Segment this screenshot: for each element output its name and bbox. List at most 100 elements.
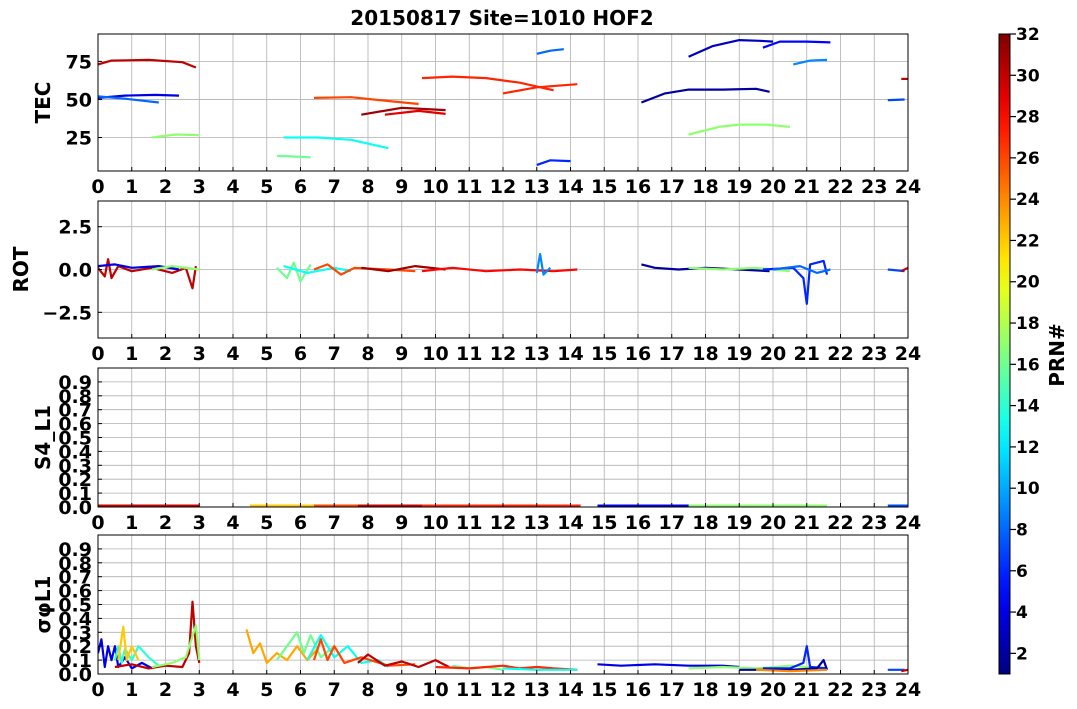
x-tick-label: 14 bbox=[557, 176, 583, 198]
x-tick-label: 21 bbox=[794, 512, 820, 534]
x-tick-label: 2 bbox=[159, 679, 172, 701]
figure-title: 20150817 Site=1010 HOF2 bbox=[350, 6, 653, 30]
colorbar-tick-label: 8 bbox=[1016, 520, 1028, 540]
x-tick-label: 17 bbox=[659, 679, 685, 701]
colorbar-tick-label: 24 bbox=[1016, 190, 1040, 210]
x-tick-label: 2 bbox=[159, 512, 172, 534]
x-tick-label: 14 bbox=[557, 343, 583, 365]
x-tick-label: 11 bbox=[456, 343, 482, 365]
x-tick-label: 14 bbox=[557, 512, 583, 534]
x-tick-label: 15 bbox=[591, 512, 617, 534]
x-tick-label: 0 bbox=[91, 512, 104, 534]
x-tick-label: 8 bbox=[361, 343, 374, 365]
colorbar-tick-label: 26 bbox=[1016, 149, 1040, 169]
panel-s4-l1: 0 1 2 3 4 5 6 7 8 9 10 11 12 13 14 15 16 17 18 19 20 21 22 23 24… bbox=[31, 367, 921, 534]
y-axis-label: ROT bbox=[9, 246, 33, 292]
x-tick-label: 1 bbox=[125, 512, 138, 534]
x-tick-label: 9 bbox=[395, 343, 408, 365]
x-tick-label: 16 bbox=[625, 512, 651, 534]
x-tick-label: 22 bbox=[827, 679, 853, 701]
colorbar-tick-label: 6 bbox=[1016, 562, 1028, 582]
colorbar-tick-label: 20 bbox=[1016, 273, 1040, 293]
x-tick-label: 13 bbox=[524, 679, 550, 701]
x-tick-label: 2 bbox=[159, 176, 172, 198]
x-tick-label: 10 bbox=[422, 512, 448, 534]
x-tick-label: 21 bbox=[794, 343, 820, 365]
x-tick-label: 23 bbox=[861, 343, 887, 365]
x-tick-label: 22 bbox=[827, 343, 853, 365]
x-tick-label: 3 bbox=[193, 176, 206, 198]
x-tick-label: 10 bbox=[422, 176, 448, 198]
y-tick-label: 0.9 bbox=[58, 539, 92, 561]
y-tick-label: 50 bbox=[66, 89, 92, 111]
x-tick-label: 15 bbox=[591, 679, 617, 701]
x-tick-label: 8 bbox=[361, 512, 374, 534]
x-tick-label: 12 bbox=[490, 679, 516, 701]
y-axis-label: TEC bbox=[31, 82, 55, 124]
colorbar-gradient bbox=[998, 33, 1011, 675]
x-tick-label: 24 bbox=[895, 512, 921, 534]
panel-sigma-phi-l1: 0 1 2 3 4 5 6 7 8 9 10 11 12 13 14 15 16 17 18 19 20 21 22 23 24… bbox=[31, 534, 921, 701]
x-tick-label: 10 bbox=[422, 679, 448, 701]
x-tick-label: 23 bbox=[861, 176, 887, 198]
x-tick-label: 9 bbox=[395, 679, 408, 701]
x-tick-label: 8 bbox=[361, 176, 374, 198]
x-tick-label: 23 bbox=[861, 512, 887, 534]
colorbar-tick-label: 2 bbox=[1016, 644, 1028, 664]
x-tick-label: 0 bbox=[91, 176, 104, 198]
x-tick-label: 6 bbox=[294, 512, 307, 534]
colorbar-tick-label: 18 bbox=[1016, 314, 1040, 334]
x-tick-label: 6 bbox=[294, 343, 307, 365]
y-tick-label: 2.5 bbox=[58, 217, 92, 239]
x-tick-label: 18 bbox=[692, 512, 718, 534]
x-tick-label: 18 bbox=[692, 176, 718, 198]
x-tick-label: 6 bbox=[294, 679, 307, 701]
x-tick-label: 4 bbox=[226, 176, 239, 198]
x-tick-label: 13 bbox=[524, 176, 550, 198]
y-tick-label: 0.0 bbox=[58, 260, 92, 282]
x-tick-label: 1 bbox=[125, 176, 138, 198]
x-tick-label: 14 bbox=[557, 679, 583, 701]
x-tick-label: 24 bbox=[895, 343, 921, 365]
panel-rot: 0 1 2 3 4 5 6 7 8 9 10 11 12 13 14 15 16 17 18 19 20 21 22 23 24… bbox=[9, 200, 921, 365]
y-tick-label: 0.9 bbox=[58, 372, 92, 394]
y-axis-label: σφL1 bbox=[31, 576, 55, 634]
colorbar-tick-label: 16 bbox=[1016, 355, 1040, 375]
y-tick-label: −2.5 bbox=[42, 302, 92, 324]
x-tick-label: 22 bbox=[827, 176, 853, 198]
x-tick-label: 12 bbox=[490, 512, 516, 534]
x-tick-label: 5 bbox=[260, 343, 273, 365]
x-tick-label: 20 bbox=[760, 176, 786, 198]
x-tick-label: 6 bbox=[294, 176, 307, 198]
x-tick-label: 0 bbox=[91, 679, 104, 701]
x-tick-label: 3 bbox=[193, 512, 206, 534]
x-tick-label: 15 bbox=[591, 343, 617, 365]
x-tick-label: 5 bbox=[260, 176, 273, 198]
x-tick-label: 24 bbox=[895, 176, 921, 198]
x-tick-label: 4 bbox=[226, 343, 239, 365]
x-tick-label: 21 bbox=[794, 176, 820, 198]
x-tick-label: 17 bbox=[659, 176, 685, 198]
y-axis-label: S4_L1 bbox=[31, 405, 55, 470]
colorbar-tick-label: 14 bbox=[1016, 397, 1040, 417]
x-tick-label: 7 bbox=[328, 343, 341, 365]
x-tick-label: 11 bbox=[456, 512, 482, 534]
x-tick-label: 19 bbox=[726, 679, 752, 701]
x-tick-label: 9 bbox=[395, 512, 408, 534]
x-tick-label: 24 bbox=[895, 679, 921, 701]
x-tick-label: 8 bbox=[361, 679, 374, 701]
x-tick-label: 12 bbox=[490, 343, 516, 365]
x-tick-label: 10 bbox=[422, 343, 448, 365]
colorbar-tick-label: 12 bbox=[1016, 438, 1040, 458]
x-tick-label: 11 bbox=[456, 176, 482, 198]
x-tick-label: 3 bbox=[193, 679, 206, 701]
y-tick-label: 25 bbox=[66, 128, 92, 150]
x-tick-label: 16 bbox=[625, 176, 651, 198]
colorbar: 2468101214161820222426283032PRN# bbox=[998, 25, 1069, 675]
x-tick-label: 17 bbox=[659, 512, 685, 534]
x-tick-label: 15 bbox=[591, 176, 617, 198]
x-tick-label: 20 bbox=[760, 512, 786, 534]
x-tick-label: 19 bbox=[726, 512, 752, 534]
series-prn-16 bbox=[276, 154, 311, 159]
x-tick-label: 11 bbox=[456, 679, 482, 701]
